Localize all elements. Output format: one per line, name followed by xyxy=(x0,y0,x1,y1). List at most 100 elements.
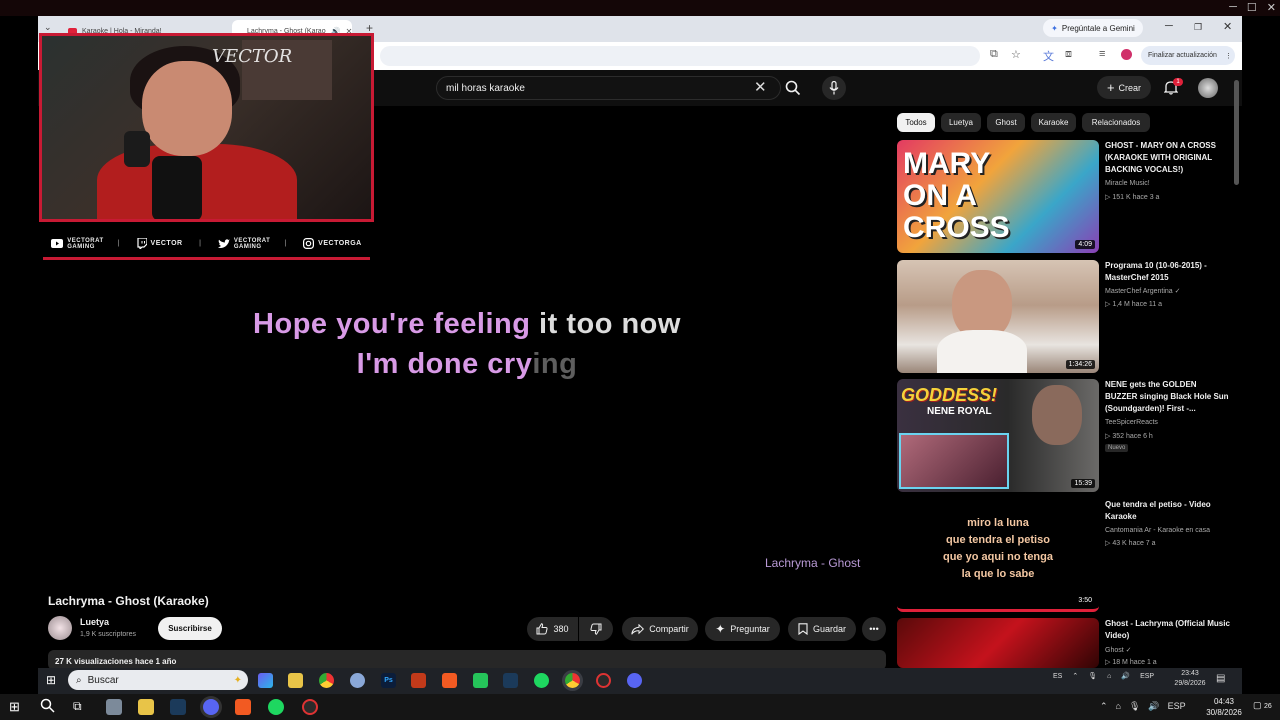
outer-taskbar xyxy=(0,694,1280,720)
mic-icon[interactable]: 🎙 xyxy=(1088,672,1097,680)
steam-icon[interactable] xyxy=(170,699,186,715)
rec-meta-2: ▷ 1,4 M hace 11 a xyxy=(1105,301,1163,308)
recommendations-scrollbar[interactable] xyxy=(1234,80,1239,185)
kebab-menu-icon[interactable]: ⋮ xyxy=(1225,52,1232,60)
inner-clock[interactable]: 23:43 29/8/2026 xyxy=(1167,669,1213,689)
subscriber-count: 1,9 K suscriptores xyxy=(80,631,137,638)
rec-channel-4[interactable]: Cantomania Ar - Karaoke en casa xyxy=(1105,527,1210,534)
mic-icon[interactable]: 🎙 xyxy=(1129,701,1140,712)
obs-icon[interactable] xyxy=(302,699,318,715)
profile-icon[interactable] xyxy=(1121,49,1132,60)
rec-channel-5[interactable]: Ghost ✓ xyxy=(1105,646,1132,654)
rec-title-4[interactable]: Que tendra el petiso - Video Karaoke xyxy=(1105,499,1230,523)
rec-channel-1[interactable]: Miracle Music! xyxy=(1105,180,1150,187)
chip-luetya[interactable]: Luetya xyxy=(941,113,981,132)
outer-search-button[interactable] xyxy=(40,698,55,718)
gemini-button[interactable]: ✦ Pregúntale a Gemini xyxy=(1043,19,1143,37)
maximize-icon[interactable]: ☐ xyxy=(1247,1,1257,14)
like-button[interactable]: 380 xyxy=(527,617,578,641)
minimize-icon[interactable]: ─ xyxy=(1229,1,1237,14)
player-caption: Lachryma - Ghost xyxy=(765,556,861,570)
rec-thumbnail-2[interactable]: 1:34:26 xyxy=(897,260,1099,373)
photoshop-icon[interactable]: Ps xyxy=(381,673,396,688)
chip-relacionados[interactable]: Relacionados xyxy=(1082,113,1150,132)
file-explorer-icon[interactable] xyxy=(138,699,154,715)
outer-window-bar xyxy=(0,0,1280,16)
more-actions-button[interactable]: ••• xyxy=(862,617,886,641)
chip-karaoke[interactable]: Karaoke xyxy=(1031,113,1076,132)
finish-update-button[interactable]: Finalizar actualización ⋮ xyxy=(1141,46,1235,65)
volume-icon[interactable]: 🔊 xyxy=(1121,672,1130,680)
rec-channel-3[interactable]: TeeSpicerReacts xyxy=(1105,419,1158,426)
description-box[interactable]: 27 K visualizaciones hace 1 año xyxy=(48,650,886,670)
search-input[interactable]: mil horas karaoke xyxy=(436,76,781,100)
subscribe-button[interactable]: Suscribirse xyxy=(158,617,222,640)
install-app-icon[interactable]: ⧉ xyxy=(990,48,998,61)
close-icon[interactable]: ✕ xyxy=(1267,1,1276,14)
rec-title-2[interactable]: Programa 10 (10-06-2015) - MasterChef 20… xyxy=(1105,260,1230,284)
create-button[interactable]: + Crear xyxy=(1097,76,1151,99)
channel-avatar[interactable] xyxy=(48,616,72,640)
rec-title-5[interactable]: Ghost - Lachryma (Official Music Video) xyxy=(1105,618,1230,642)
clear-search-icon[interactable]: ✕ xyxy=(754,78,767,96)
rec-thumbnail-4[interactable]: miro la luna que tendra el petiso que yo… xyxy=(897,499,1099,612)
copilot-icon[interactable] xyxy=(258,673,273,688)
file-explorer-icon[interactable] xyxy=(288,673,303,688)
network-icon[interactable]: ⌂ xyxy=(1116,701,1121,712)
discord-icon[interactable] xyxy=(627,673,642,688)
chip-ghost[interactable]: Ghost xyxy=(987,113,1025,132)
brave-icon[interactable] xyxy=(442,673,457,688)
chevron-up-icon[interactable]: ⌃ xyxy=(1072,672,1078,680)
voice-search-button[interactable] xyxy=(822,76,846,100)
media-controls-icon[interactable]: ≡ xyxy=(1099,48,1105,60)
rec-channel-2[interactable]: MasterChef Argentina ✓ xyxy=(1105,287,1181,295)
sparkle-icon: ✦ xyxy=(715,622,726,636)
outer-clock[interactable]: 04:43 30/8/2026 xyxy=(1199,696,1249,718)
browser-minimize-icon[interactable]: ─ xyxy=(1165,20,1173,32)
discord-icon[interactable] xyxy=(203,699,219,715)
inner-start-icon[interactable]: ⊞ xyxy=(46,673,56,687)
task-view-icon[interactable]: ⧉ xyxy=(73,699,82,714)
rec-thumbnail-1[interactable]: MARY ON A CROSS 4:09 xyxy=(897,140,1099,253)
twitter-icon xyxy=(217,238,230,248)
spotify-icon[interactable] xyxy=(534,673,549,688)
share-button[interactable]: Compartir xyxy=(622,617,698,641)
browser-close-icon[interactable]: ✕ xyxy=(1223,20,1232,33)
app-icon[interactable] xyxy=(106,699,122,715)
chip-todos[interactable]: Todos xyxy=(897,113,935,132)
notification-center-button[interactable]: ▢ 26 xyxy=(1253,700,1272,711)
app-icon[interactable] xyxy=(411,673,426,688)
volume-icon[interactable]: 🔊 xyxy=(1148,701,1159,712)
browser-restore-icon[interactable]: ❐ xyxy=(1194,22,1202,33)
rec-thumbnail-3[interactable]: GODDESS! NENE ROYAL 15:39 xyxy=(897,379,1099,492)
obs-icon[interactable] xyxy=(596,673,611,688)
extensions-icon[interactable]: ⧈ xyxy=(1065,48,1072,61)
chrome-icon[interactable] xyxy=(319,673,334,688)
chrome-active-icon[interactable] xyxy=(565,673,580,688)
dislike-button[interactable] xyxy=(579,617,613,641)
windows-start-icon[interactable]: ⊞ xyxy=(9,699,20,715)
search-button[interactable] xyxy=(781,76,805,100)
rec-thumbnail-5[interactable] xyxy=(897,618,1099,668)
tab-list-icon[interactable]: ⌄ xyxy=(44,22,52,33)
rec-title-1[interactable]: GHOST - MARY ON A CROSS (KARAOKE WITH OR… xyxy=(1105,140,1230,176)
app-icon[interactable] xyxy=(350,673,365,688)
bookmark-star-icon[interactable]: ☆ xyxy=(1011,48,1021,61)
whatsapp-icon[interactable] xyxy=(473,673,488,688)
rec-meta-4: ▷ 43 K hace 7 a xyxy=(1105,540,1156,547)
ask-button[interactable]: ✦ Preguntar xyxy=(705,617,780,641)
omnibox[interactable] xyxy=(380,46,980,66)
channel-name[interactable]: Luetya xyxy=(80,617,109,627)
translate-icon[interactable]: 文 xyxy=(1043,48,1054,64)
chevron-up-icon[interactable]: ⌃ xyxy=(1100,701,1108,712)
brave-icon[interactable] xyxy=(235,699,251,715)
spotify-icon[interactable] xyxy=(268,699,284,715)
notifications-icon[interactable]: ▤ xyxy=(1216,673,1225,684)
share-icon xyxy=(631,623,645,635)
account-avatar[interactable] xyxy=(1198,78,1218,98)
rec-title-3[interactable]: NENE gets the GOLDEN BUZZER singing Blac… xyxy=(1105,379,1230,415)
steam-icon[interactable] xyxy=(503,673,518,688)
save-button[interactable]: Guardar xyxy=(788,617,856,641)
inner-search-box[interactable]: ⌕ Buscar ✦ xyxy=(68,670,248,690)
network-icon[interactable]: ⌂ xyxy=(1107,673,1111,680)
